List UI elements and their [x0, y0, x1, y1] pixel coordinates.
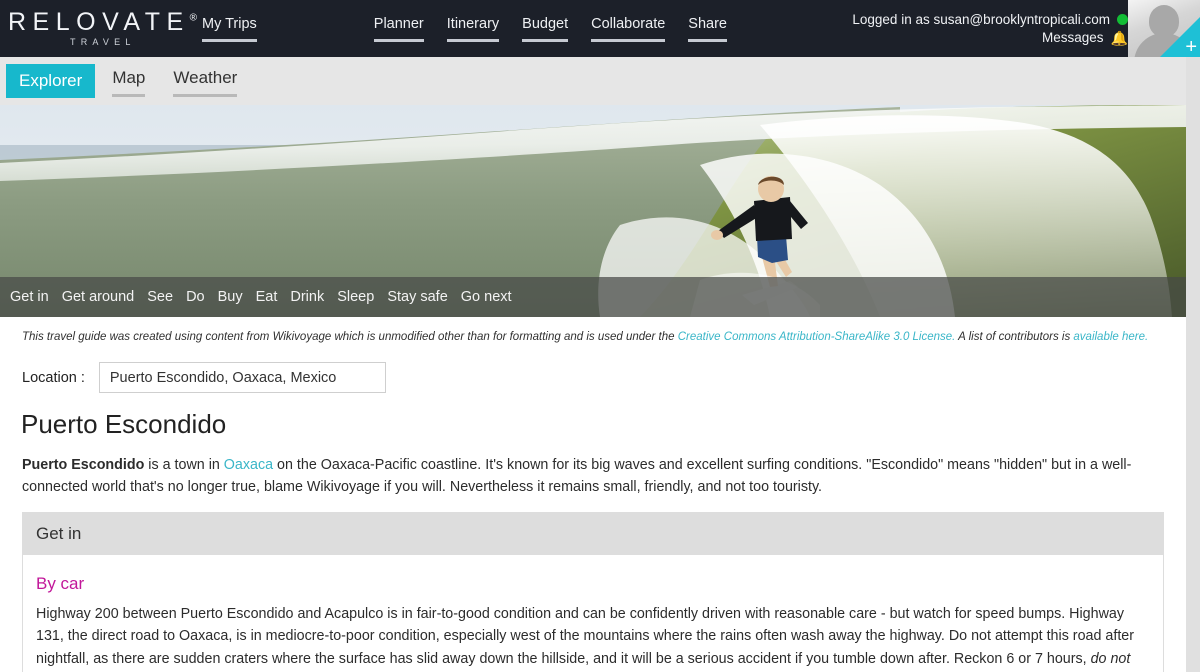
intro-paragraph: Puerto Escondido is a town in Oaxaca on … [0, 439, 1186, 498]
get-in-panel: Get in By car Highway 200 between Puerto… [22, 512, 1164, 672]
messages-label: Messages [1042, 30, 1104, 45]
nav-label-budget: Budget [522, 16, 569, 33]
attribution-notice: This travel guide was created using cont… [0, 317, 1186, 346]
nav-label-planner: Planner [373, 16, 424, 33]
logged-in-row: Logged in as susan@brooklyntropicali.com [852, 12, 1128, 27]
registered-trademark-icon: ® [189, 12, 198, 24]
top-navigation-bar: RELOVATE® TRAVEL My Trips Planner Itiner… [0, 0, 1200, 57]
tab-map[interactable]: Map [101, 63, 156, 99]
logo-subtitle: TRAVEL [70, 37, 136, 47]
online-status-dot-icon [1117, 14, 1128, 25]
nav-label-share: Share [688, 16, 727, 33]
contributors-link[interactable]: available here. [1073, 331, 1148, 343]
section-link-drink[interactable]: Drink [290, 289, 324, 305]
panel-body: By car Highway 200 between Puerto Escond… [23, 555, 1163, 672]
page-right-gutter [1186, 57, 1200, 672]
brand-logo[interactable]: RELOVATE® TRAVEL [0, 10, 197, 47]
nav-underline [591, 38, 666, 42]
tab-explorer[interactable]: Explorer [6, 64, 96, 98]
location-input[interactable] [98, 362, 386, 394]
intro-text-1: is a town in [144, 456, 224, 473]
nav-label-collaborate: Collaborate [591, 16, 666, 33]
nav-underline [373, 38, 424, 42]
attribution-text-part-2: A list of contributors is [955, 331, 1074, 343]
section-link-see[interactable]: See [147, 289, 173, 305]
section-link-buy[interactable]: Buy [218, 289, 243, 305]
tab-weather[interactable]: Weather [162, 63, 248, 99]
location-label: Location : [22, 369, 85, 386]
intro-bold-lead: Puerto Escondido [22, 456, 145, 473]
location-row: Location : [0, 346, 1186, 394]
section-link-eat[interactable]: Eat [256, 289, 278, 305]
bell-icon[interactable]: 🔔 [1111, 31, 1128, 45]
nav-label-my-trips: My Trips [202, 16, 257, 33]
hero-banner: Get in Get around See Do Buy Eat Drink S… [0, 105, 1186, 317]
messages-row[interactable]: Messages 🔔 [1042, 30, 1128, 45]
section-link-get-in[interactable]: Get in [10, 289, 49, 305]
tab-label-map: Map [112, 68, 146, 87]
logged-in-label: Logged in as susan@brooklyntropicali.com [852, 12, 1110, 27]
nav-label-itinerary: Itinerary [446, 16, 500, 33]
section-link-go-next[interactable]: Go next [461, 289, 512, 305]
explorer-page: Get in Get around See Do Buy Eat Drink S… [0, 105, 1186, 672]
section-link-do[interactable]: Do [186, 289, 205, 305]
nav-underline [688, 38, 727, 42]
by-car-text-1: Highway 200 between Puerto Escondido and… [36, 606, 1135, 667]
panel-heading: Get in [23, 513, 1163, 556]
tab-label-weather: Weather [173, 68, 238, 87]
nav-item-my-trips[interactable]: My Trips [202, 15, 257, 42]
view-tab-bar: Explorer Map Weather [0, 57, 1200, 105]
nav-item-budget[interactable]: Budget [522, 15, 569, 42]
nav-underline [446, 38, 500, 42]
section-link-stay-safe[interactable]: Stay safe [387, 289, 447, 305]
nav-item-planner[interactable]: Planner [373, 15, 424, 42]
avatar[interactable]: + [1128, 0, 1200, 57]
attribution-text-part-1: This travel guide was created using cont… [22, 331, 678, 343]
by-car-paragraph: Highway 200 between Puerto Escondido and… [36, 603, 1147, 672]
nav-item-share[interactable]: Share [688, 15, 727, 42]
tab-label-explorer: Explorer [19, 71, 83, 90]
logo-wordmark: RELOVATE® [8, 10, 197, 35]
nav-underline [202, 38, 257, 42]
nav-item-collaborate[interactable]: Collaborate [591, 15, 666, 42]
oaxaca-link[interactable]: Oaxaca [224, 457, 273, 473]
nav-underline [522, 38, 569, 42]
primary-nav: Planner Itinerary Budget Collaborate Sha… [373, 15, 727, 42]
section-link-get-around[interactable]: Get around [62, 289, 135, 305]
panel-subheading-by-car: By car [36, 574, 85, 594]
tab-underline [173, 94, 238, 97]
plus-icon[interactable]: + [1185, 37, 1197, 57]
logo-text: RELOVATE [8, 8, 190, 36]
page-title: Puerto Escondido [21, 409, 227, 440]
license-link[interactable]: Creative Commons Attribution-ShareAlike … [678, 331, 956, 343]
nav-item-itinerary[interactable]: Itinerary [446, 15, 500, 42]
guide-section-nav: Get in Get around See Do Buy Eat Drink S… [0, 277, 1186, 317]
section-link-sleep[interactable]: Sleep [337, 289, 374, 305]
tab-underline [112, 94, 146, 97]
account-area: Logged in as susan@brooklyntropicali.com… [852, 0, 1128, 57]
